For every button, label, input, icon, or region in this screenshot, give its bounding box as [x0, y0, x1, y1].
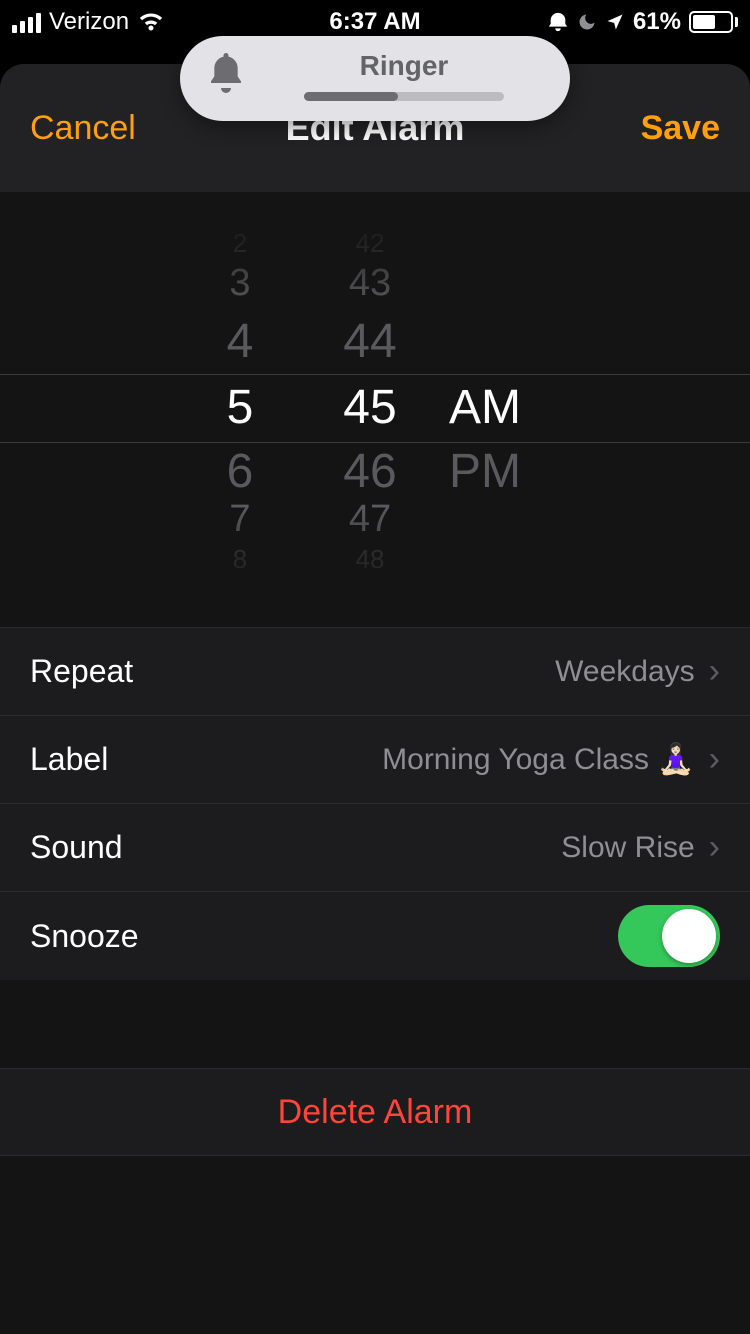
carrier-label: Verizon — [49, 8, 129, 36]
battery-icon — [689, 11, 738, 33]
hour-picker-column[interactable]: 2 3 4 5 6 7 8 — [175, 192, 305, 627]
snooze-row: Snooze — [0, 892, 750, 980]
battery-fill — [693, 15, 715, 29]
period-picker-column[interactable]: AM PM — [435, 192, 575, 627]
ringer-volume-fill — [304, 92, 398, 101]
save-button[interactable]: Save — [641, 109, 720, 148]
delete-alarm-button[interactable]: Delete Alarm — [278, 1093, 473, 1132]
time-picker[interactable]: 2 3 4 5 6 7 8 42 43 44 45 46 47 48 AM PM — [0, 192, 750, 628]
battery-percent: 61% — [633, 8, 681, 36]
chevron-right-icon: › — [709, 740, 720, 779]
repeat-row[interactable]: Repeat Weekdays › — [0, 628, 750, 716]
ringer-volume-track — [304, 92, 504, 101]
bottom-fill — [0, 1156, 750, 1334]
label-label: Label — [30, 741, 108, 778]
sound-value: Slow Rise — [561, 831, 694, 865]
chevron-right-icon: › — [709, 828, 720, 867]
location-icon — [605, 12, 625, 32]
snooze-toggle[interactable] — [618, 905, 720, 967]
alarm-settings-list: Repeat Weekdays › Label Morning Yoga Cla… — [0, 628, 750, 980]
delete-row[interactable]: Delete Alarm — [0, 1068, 750, 1156]
edit-alarm-sheet: Cancel Edit Alarm Save 2 3 4 5 6 7 8 42 … — [0, 64, 750, 1334]
wifi-icon — [137, 11, 165, 33]
cellular-signal-icon — [12, 11, 41, 33]
sound-row[interactable]: Sound Slow Rise › — [0, 804, 750, 892]
bell-icon — [206, 51, 246, 100]
do-not-disturb-icon — [577, 12, 597, 32]
chevron-right-icon: › — [709, 652, 720, 691]
status-left: Verizon — [12, 8, 165, 36]
label-row[interactable]: Label Morning Yoga Class 🧘🏻‍♀️ › — [0, 716, 750, 804]
repeat-value: Weekdays — [555, 655, 695, 689]
sound-label: Sound — [30, 829, 123, 866]
status-right: 61% — [547, 8, 738, 36]
alarm-icon — [547, 11, 569, 33]
toggle-knob — [662, 909, 716, 963]
section-gap — [0, 980, 750, 1068]
label-value: Morning Yoga Class 🧘🏻‍♀️ — [382, 742, 695, 777]
snooze-label: Snooze — [30, 918, 139, 955]
ringer-volume-hud: Ringer — [180, 36, 570, 121]
ringer-hud-title: Ringer — [360, 50, 449, 82]
minute-picker-column[interactable]: 42 43 44 45 46 47 48 — [305, 192, 435, 627]
repeat-label: Repeat — [30, 653, 133, 690]
cancel-button[interactable]: Cancel — [30, 109, 136, 148]
